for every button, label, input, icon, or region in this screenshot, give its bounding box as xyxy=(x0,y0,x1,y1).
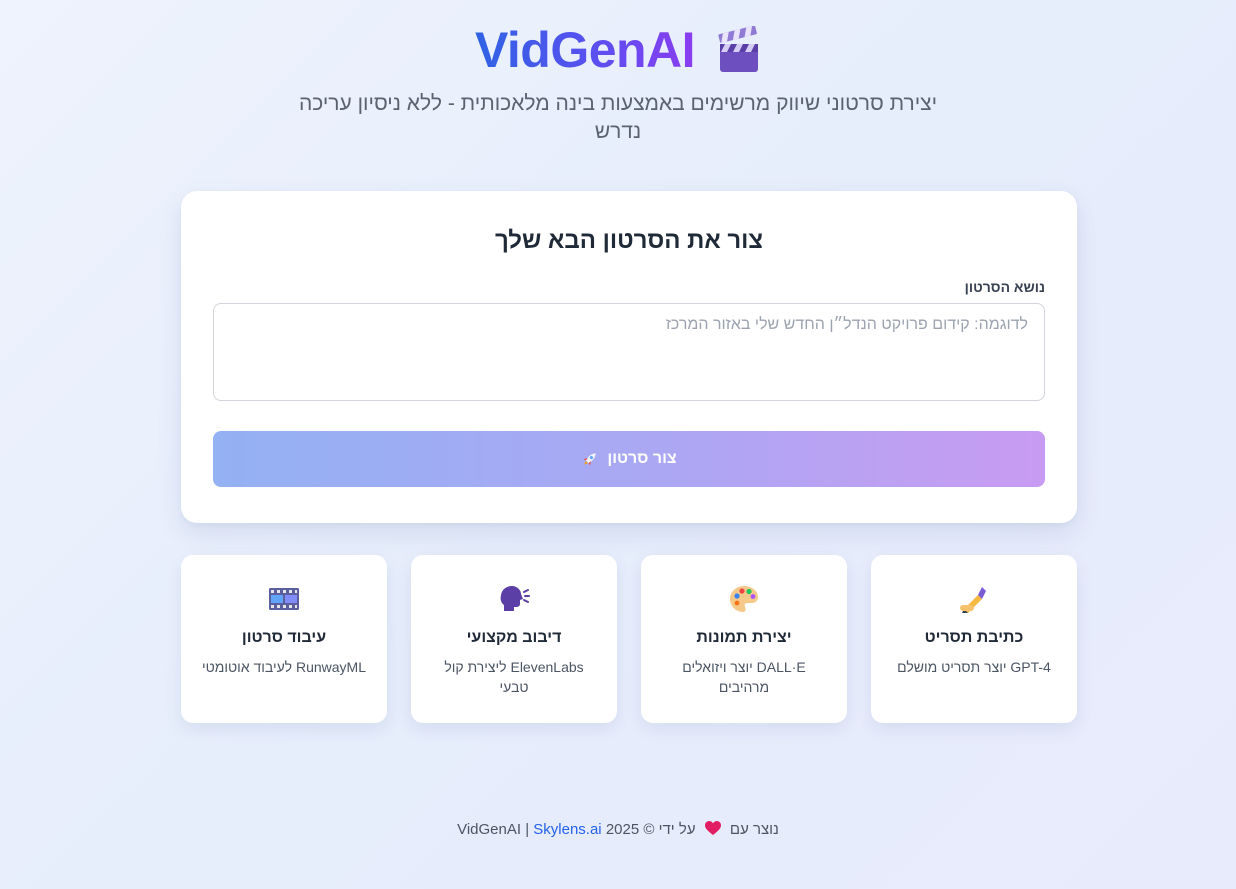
feature-card-script: כתיבת תסריט GPT-4 יוצר תסריט מושלם xyxy=(871,555,1077,723)
footer-made-with: נוצר עם xyxy=(729,821,779,838)
app-subtitle: יצירת סרטוני שיווק מרשימים באמצעות בינה … xyxy=(298,92,938,143)
create-video-button[interactable]: צור סרטון xyxy=(213,431,1045,487)
feature-card-voice: דיבוב מקצועי ElevenLabs ליצירת קול טבעי xyxy=(411,555,617,723)
header: VidGenAI יצירת סרטוני שיווק מרשימים באמצ… xyxy=(0,18,1236,146)
palette-icon xyxy=(730,586,758,612)
clapper-board-icon xyxy=(718,26,759,72)
feature-card-images: יצירת תמונות DALL·E יוצר ויזואלים מרהיבי… xyxy=(641,555,847,723)
film-frames-icon xyxy=(269,588,299,610)
writing-hand-icon xyxy=(960,587,986,613)
topic-label: נושא הסרטון xyxy=(964,279,1045,295)
heart-icon xyxy=(704,821,721,835)
brand: VidGenAI xyxy=(475,18,761,82)
app-title: VidGenAI xyxy=(475,18,696,82)
page: VidGenAI יצירת סרטוני שיווק מרשימים באמצ… xyxy=(0,0,1236,889)
feature-title: עיבוד סרטון xyxy=(241,629,327,646)
create-video-card: צור את הסרטון הבא שלך נושא הסרטון צור סר… xyxy=(181,191,1077,523)
footer-link[interactable]: Skylens.ai xyxy=(533,821,601,838)
feature-description: RunwayML לעיבוד אוטומטי xyxy=(202,659,366,675)
features-row: כתיבת תסריט GPT-4 יוצר תסריט מושלם יצירת… xyxy=(181,555,1077,723)
feature-card-processing: עיבוד סרטון RunwayML לעיבוד אוטומטי xyxy=(181,555,387,723)
feature-description: ElevenLabs ליצירת קול טבעי xyxy=(444,659,584,695)
topic-input[interactable] xyxy=(213,303,1045,401)
footer-by: על ידי xyxy=(658,821,696,838)
form-title: צור את הסרטון הבא שלך xyxy=(494,227,764,254)
speaking-head-icon xyxy=(500,586,530,611)
footer: נוצר עם על ידי © 2025 VidGenAI | Skylens… xyxy=(0,820,1236,838)
rocket-icon xyxy=(583,453,597,466)
feature-title: יצירת תמונות xyxy=(696,629,792,646)
feature-title: דיבוב מקצועי xyxy=(466,629,562,646)
create-video-button-label: צור סרטון xyxy=(607,450,677,467)
feature-description: DALL·E יוצר ויזואלים מרהיבים xyxy=(682,659,806,695)
feature-title: כתיבת תסריט xyxy=(924,629,1024,646)
feature-description: GPT-4 יוצר תסריט מושלם xyxy=(897,659,1051,675)
